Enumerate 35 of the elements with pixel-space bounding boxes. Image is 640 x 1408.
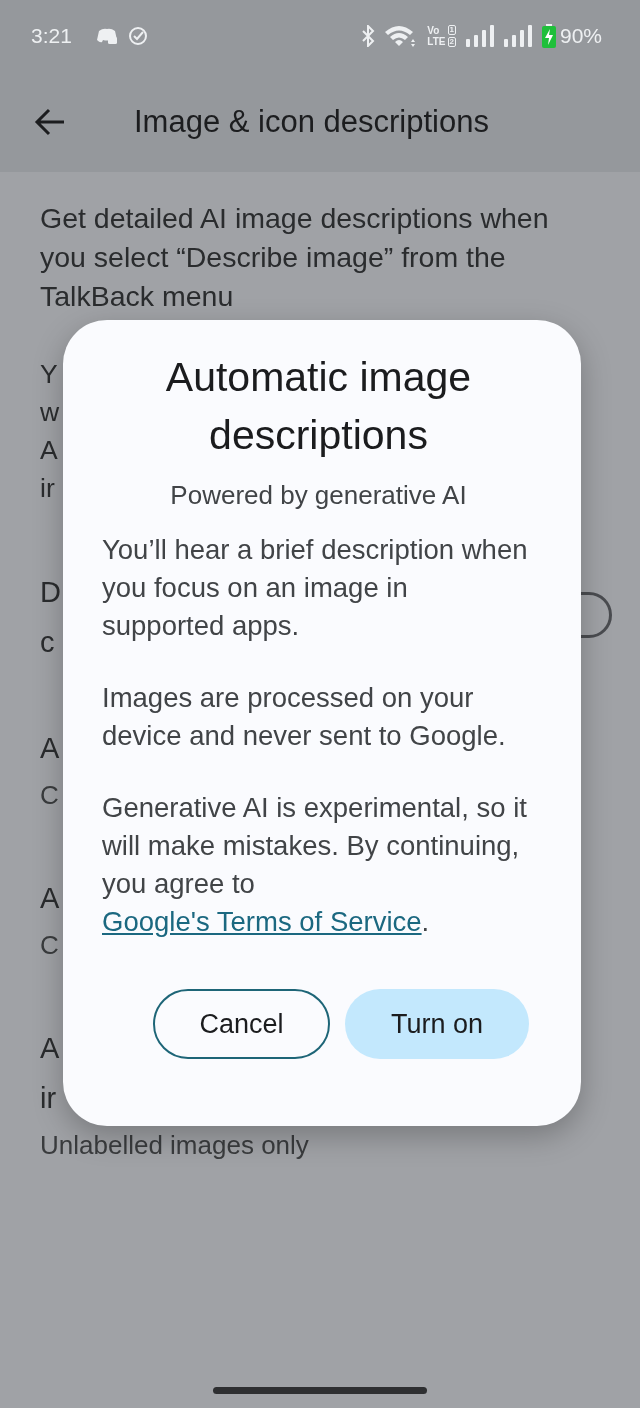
signal-icon [503,25,532,47]
battery-percent: 90% [559,24,602,48]
text-fragment: w [40,396,60,429]
text-fragment: ir [40,472,55,505]
setting-title-fragment: D [40,575,61,610]
setting-title-fragment: c [40,625,55,660]
clock-time: 3:21 [31,24,72,48]
setting-summary: C [40,929,59,962]
description-text: Get detailed AI image descriptions when you select “Describe image” from the TalkBack menu [40,201,550,314]
cancel-button[interactable]: Cancel [153,989,330,1059]
bluetooth-icon [361,25,376,47]
setting-title-fragment: ir [40,1081,57,1116]
check-circle-icon [127,26,148,46]
page-title: Image & icon descriptions [134,104,489,140]
battery-charging-icon [541,24,556,48]
setting-summary: Unlabelled images only [40,1129,309,1162]
volte-label: Vo LTE [427,25,446,47]
gesture-handle[interactable] [213,1387,427,1394]
setting-title-fragment: A [40,1031,60,1066]
dialog-title: Automatic image descriptions [164,353,473,460]
wifi-icon [385,25,418,47]
text-fragment: Y [40,358,58,391]
dialog-text: Images are processed on your device and never sent to Google. [102,681,507,753]
back-arrow-icon[interactable] [34,108,66,136]
turn-on-button[interactable]: Turn on [345,989,529,1059]
consent-text: Generative AI is experimental, so it will make mistakes. By continuing, you agree to Google's Terms of Service. [102,791,528,939]
dialog-subtitle: Powered by generative AI [169,480,468,511]
setting-summary: C [40,779,59,812]
terms-link[interactable]: Google's Terms of Service [102,906,422,937]
text-fragment: A [40,434,58,467]
setting-title-fragment: A [40,881,60,916]
signal-icon [465,25,494,47]
sim-label: 1 2 [447,24,456,48]
setting-title-fragment: A [40,731,60,766]
dialog-text: You’ll hear a brief description when you focus on an image in supported apps. [102,533,529,643]
